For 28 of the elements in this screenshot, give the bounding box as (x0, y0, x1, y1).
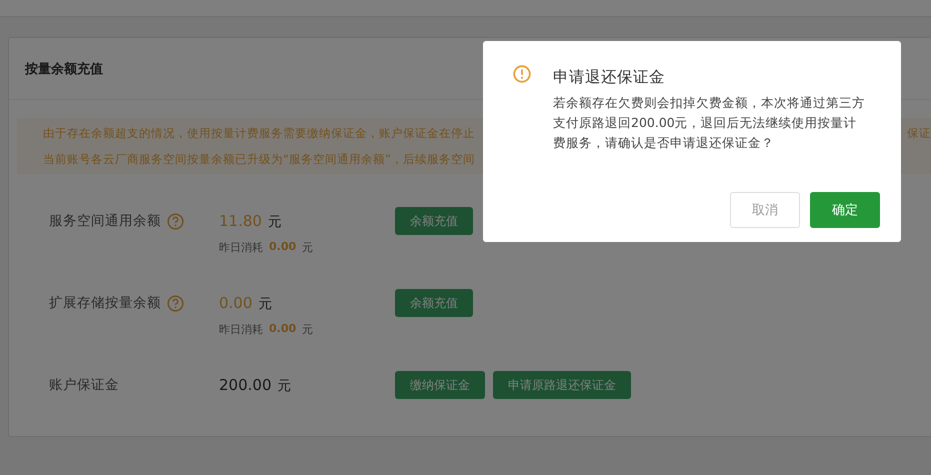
balance-amount: 11.80 (219, 212, 262, 230)
currency-unit: 元 (302, 240, 314, 255)
balance-label: 账户保证金 (49, 376, 119, 394)
balance-amount: 200.00 (219, 376, 272, 394)
notice-text: 当前账号各云厂商服务空间按量余额已升级为“服务空间通用余额”，后续服务空间 (43, 151, 475, 168)
action-button[interactable]: 余额充值 (395, 289, 473, 317)
notice-text: 由于存在余额超支的情况，使用按量计费服务需要缴纳保证金，账户保证金在停止 (43, 125, 475, 142)
currency-unit: 元 (278, 378, 292, 394)
action-button[interactable]: 申请原路退还保证金 (493, 371, 631, 399)
currency-unit: 元 (268, 214, 282, 230)
cancel-button[interactable]: 取消 (730, 192, 800, 228)
help-icon[interactable] (167, 212, 184, 230)
action-button[interactable]: 余额充值 (395, 207, 473, 235)
consumption-amount: 0.00 (269, 322, 296, 335)
consumption-label: 昨日消耗 (219, 240, 263, 255)
balance-amount: 0.00 (219, 294, 252, 312)
consumption-label: 昨日消耗 (219, 322, 263, 337)
confirm-button[interactable]: 确定 (810, 192, 880, 228)
balance-label: 服务空间通用余额 (49, 212, 161, 230)
dialog-title: 申请退还保证金 (553, 67, 665, 88)
consumption-amount: 0.00 (269, 240, 296, 253)
currency-unit: 元 (258, 296, 272, 312)
balance-label: 扩展存储按量余额 (49, 294, 161, 312)
notice-text: 保证 (907, 125, 931, 142)
warning-icon (513, 65, 531, 83)
currency-unit: 元 (302, 322, 314, 337)
action-button[interactable]: 缴纳保证金 (395, 371, 485, 399)
help-icon[interactable] (167, 294, 184, 312)
